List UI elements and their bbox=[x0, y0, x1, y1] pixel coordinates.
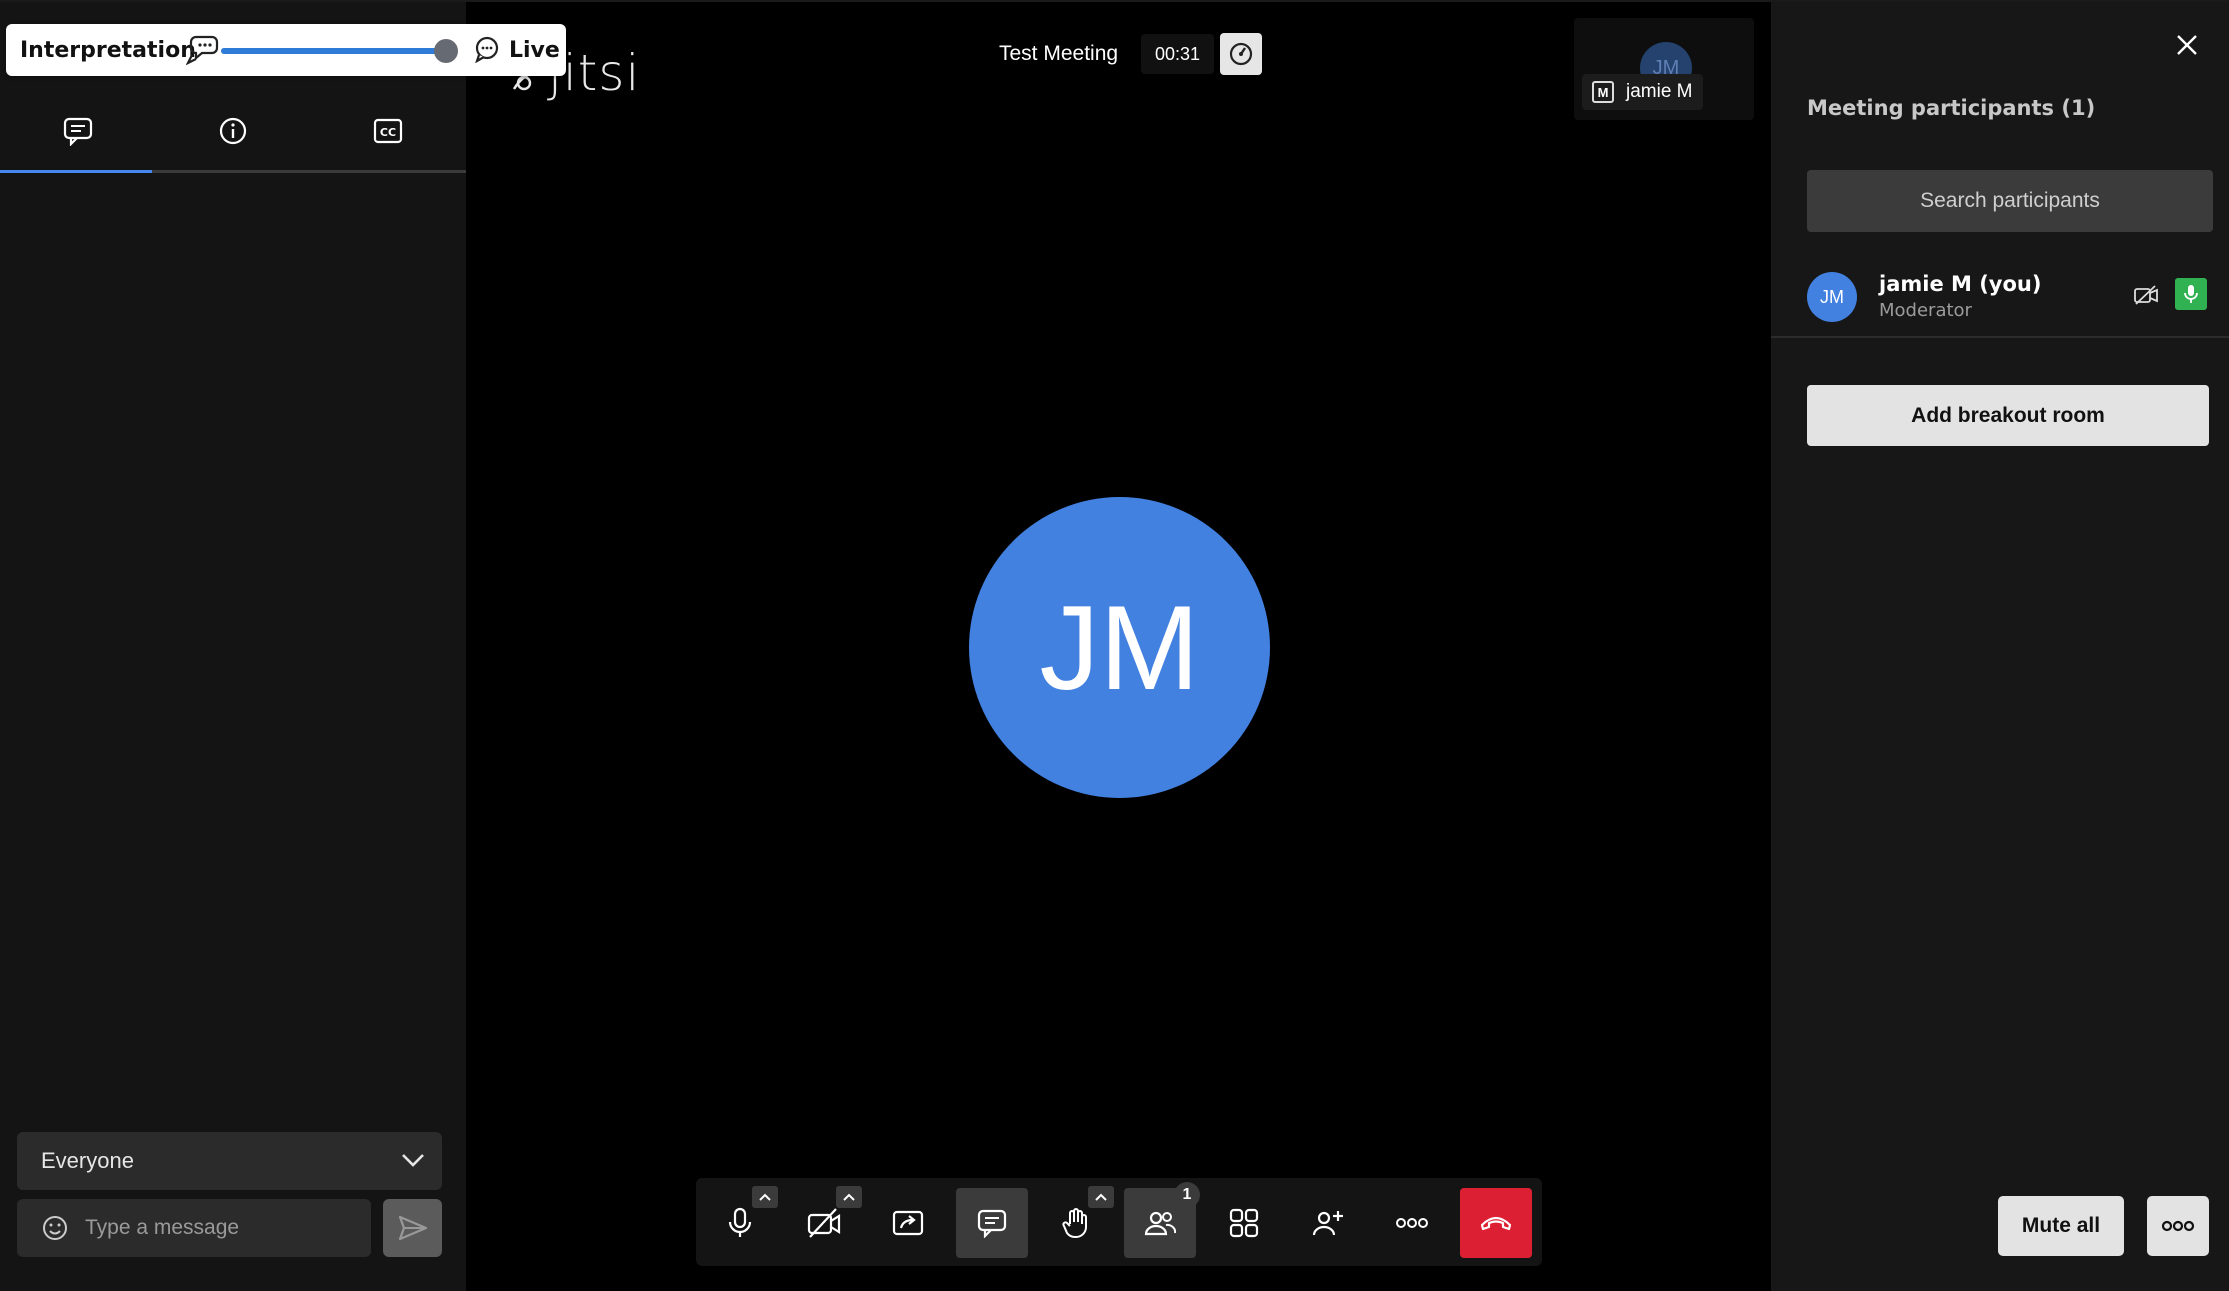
message-input[interactable] bbox=[83, 1215, 347, 1241]
meeting-title: Test Meeting bbox=[999, 42, 1119, 65]
camera-off-icon bbox=[2133, 284, 2159, 306]
main-avatar: JM bbox=[969, 497, 1270, 798]
more-actions-button[interactable] bbox=[1376, 1188, 1448, 1258]
tab-chat[interactable] bbox=[0, 92, 155, 173]
raise-hand-button[interactable] bbox=[1040, 1186, 1114, 1258]
microphone-icon bbox=[2175, 278, 2207, 310]
info-icon bbox=[218, 116, 248, 146]
chat-bubble-icon bbox=[976, 1208, 1008, 1238]
add-breakout-room-button[interactable]: Add breakout room bbox=[1807, 385, 2209, 446]
recipient-select[interactable]: Everyone bbox=[17, 1132, 442, 1190]
svg-text:CC: CC bbox=[379, 126, 395, 139]
participant-avatar: JM bbox=[1807, 272, 1857, 322]
message-box bbox=[17, 1199, 371, 1257]
participant-row[interactable]: JM jamie M (you) Moderator bbox=[1771, 256, 2229, 338]
slider-fill bbox=[221, 48, 447, 54]
camera-options-caret[interactable] bbox=[836, 1186, 862, 1208]
hang-up-icon bbox=[1479, 1213, 1513, 1233]
share-screen-button[interactable] bbox=[872, 1188, 944, 1258]
filmstrip-tile[interactable]: JM M jamie M bbox=[1574, 18, 1754, 120]
share-screen-icon bbox=[891, 1208, 925, 1238]
toolbar: 1 bbox=[696, 1178, 1542, 1266]
camera-off-icon bbox=[806, 1207, 842, 1239]
participant-name: jamie M (you) bbox=[1879, 272, 2042, 296]
top-border bbox=[0, 0, 2229, 2]
mute-all-button[interactable]: Mute all bbox=[1998, 1196, 2124, 1256]
microphone-icon bbox=[724, 1206, 756, 1240]
speech-bubble-icon bbox=[186, 33, 220, 65]
send-icon bbox=[398, 1215, 428, 1241]
participants-count-badge: 1 bbox=[1174, 1182, 1200, 1208]
moderator-badge: M bbox=[1592, 81, 1614, 103]
performance-button[interactable] bbox=[1220, 33, 1262, 75]
send-button[interactable] bbox=[383, 1199, 442, 1257]
participants-icon bbox=[1142, 1208, 1178, 1238]
emoji-icon[interactable] bbox=[41, 1214, 69, 1242]
filmstrip-name-bar: M jamie M bbox=[1582, 74, 1703, 110]
tile-view-button[interactable] bbox=[1208, 1188, 1280, 1258]
chat-bubble-icon bbox=[473, 35, 501, 63]
chevron-down-icon bbox=[400, 1150, 426, 1170]
leave-meeting-button[interactable] bbox=[1460, 1188, 1532, 1258]
chat-bubble-icon bbox=[62, 116, 94, 146]
participant-role: Moderator bbox=[1879, 300, 1972, 321]
participants-panel: Meeting participants (1) JM jamie M (you… bbox=[1771, 0, 2229, 1291]
chat-tabs: CC bbox=[0, 92, 466, 173]
ellipsis-icon bbox=[2161, 1220, 2195, 1232]
interpretation-widget: Interpretation Live bbox=[6, 24, 566, 76]
gauge-icon bbox=[1228, 41, 1254, 67]
participants-title: Meeting participants (1) bbox=[1807, 96, 2096, 120]
microphone-options-caret[interactable] bbox=[752, 1186, 778, 1208]
ellipsis-icon bbox=[1395, 1217, 1429, 1229]
close-icon[interactable] bbox=[2174, 32, 2200, 58]
chat-panel: CC Everyone bbox=[0, 0, 466, 1291]
chat-button[interactable] bbox=[956, 1188, 1028, 1258]
slider-thumb[interactable] bbox=[434, 39, 459, 63]
live-label: Live bbox=[509, 38, 560, 63]
meeting-timer: 00:31 bbox=[1141, 34, 1215, 74]
cc-icon: CC bbox=[372, 116, 404, 146]
microphone-button[interactable] bbox=[704, 1186, 778, 1258]
invite-button[interactable] bbox=[1292, 1188, 1364, 1258]
camera-button[interactable] bbox=[788, 1186, 862, 1258]
recipient-value: Everyone bbox=[41, 1148, 134, 1173]
participants-button[interactable]: 1 bbox=[1124, 1182, 1200, 1258]
search-participants-input[interactable] bbox=[1807, 170, 2213, 232]
participants-more-button[interactable] bbox=[2147, 1196, 2209, 1256]
tab-captions[interactable]: CC bbox=[310, 92, 465, 170]
interpretation-slider[interactable] bbox=[221, 39, 459, 63]
add-person-icon bbox=[1311, 1207, 1345, 1239]
reactions-caret[interactable] bbox=[1088, 1186, 1114, 1208]
filmstrip-name: jamie M bbox=[1626, 81, 1693, 102]
tab-info[interactable] bbox=[155, 92, 310, 170]
grid-icon bbox=[1228, 1207, 1260, 1239]
interpretation-label: Interpretation bbox=[20, 38, 196, 63]
hand-icon bbox=[1060, 1206, 1092, 1240]
